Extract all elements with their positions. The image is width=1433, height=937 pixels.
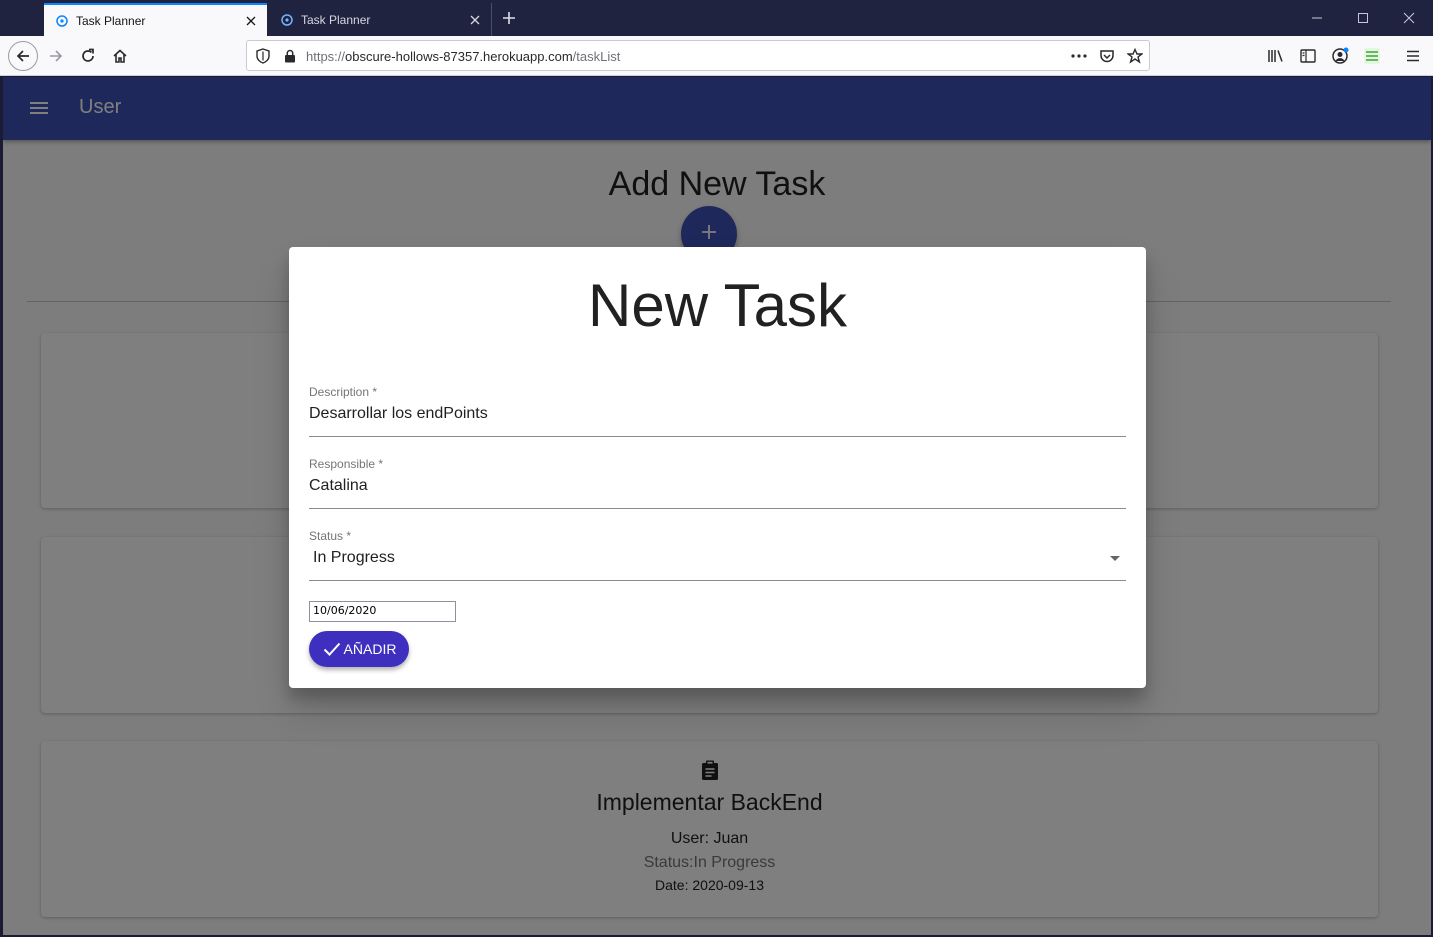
home-icon[interactable]	[105, 41, 135, 71]
close-window-icon[interactable]	[1397, 6, 1421, 30]
page-content: User Add New Task Implementar BackEnd Us…	[3, 77, 1431, 935]
url-scheme: https://	[306, 49, 346, 64]
tab-strip: Task Planner Task Planner	[0, 0, 1433, 36]
forward-arrow-icon[interactable]	[41, 41, 71, 71]
library-icon[interactable]	[1261, 41, 1291, 71]
bookmark-star-icon[interactable]	[1126, 47, 1144, 65]
status-label: Status *	[309, 529, 352, 543]
date-input[interactable]: 10/06/2020	[309, 601, 456, 622]
hamburger-menu-icon[interactable]	[1398, 41, 1428, 71]
responsible-label: Responsible *	[309, 457, 384, 471]
sidebar-toggle-icon[interactable]	[1293, 41, 1323, 71]
globe-icon	[56, 14, 68, 27]
url-text[interactable]: https://obscure-hollows-87357.herokuapp.…	[306, 49, 620, 64]
tab-title: Task Planner	[301, 12, 371, 27]
tab-title: Task Planner	[76, 13, 146, 28]
add-task-submit-label: AÑADIR	[343, 641, 397, 657]
description-input[interactable]: Desarrollar los endPoints	[309, 405, 488, 423]
navigation-bar: https://obscure-hollows-87357.herokuapp.…	[0, 36, 1433, 76]
url-domain: obscure-hollows-87357.herokuapp.com	[345, 49, 573, 64]
back-arrow-icon[interactable]	[8, 41, 38, 71]
lock-icon[interactable]	[281, 47, 299, 65]
more-actions-icon[interactable]	[1070, 47, 1088, 65]
status-selected-value[interactable]: In Progress	[313, 549, 395, 567]
new-tab-icon[interactable]	[498, 7, 520, 29]
description-field[interactable]: Description * Desarrollar los endPoints	[309, 385, 1126, 437]
url-path: /taskList	[572, 49, 621, 64]
dropdown-arrow-icon[interactable]	[1110, 556, 1120, 561]
close-tab-icon[interactable]	[465, 10, 485, 30]
account-icon[interactable]	[1325, 41, 1355, 71]
responsible-input[interactable]: Catalina	[309, 477, 368, 495]
description-label: Description *	[309, 385, 378, 399]
status-select[interactable]: Status * In Progress	[309, 529, 1126, 581]
tab-task-planner-active[interactable]: Task Planner	[44, 3, 267, 36]
maximize-icon[interactable]	[1351, 6, 1375, 30]
pocket-icon[interactable]	[1098, 47, 1116, 65]
add-task-submit-button[interactable]: AÑADIR	[309, 631, 409, 667]
new-task-dialog: New Task Description * Desarrollar los e…	[289, 247, 1146, 688]
globe-icon	[281, 13, 293, 26]
minimize-icon[interactable]	[1305, 6, 1329, 30]
dialog-title: New Task	[588, 272, 847, 339]
browser-window: Task Planner Task Planner https://obscur…	[0, 0, 1433, 937]
tab-task-planner[interactable]: Task Planner	[269, 3, 492, 36]
close-tab-icon[interactable]	[241, 11, 261, 31]
responsible-field[interactable]: Responsible * Catalina	[309, 457, 1126, 509]
tracking-protection-shield-icon[interactable]	[254, 47, 272, 65]
check-icon	[322, 639, 342, 659]
reload-icon[interactable]	[73, 41, 103, 71]
url-bar[interactable]: https://obscure-hollows-87357.herokuapp.…	[246, 40, 1150, 71]
cors-extension-icon[interactable]	[1357, 41, 1387, 71]
